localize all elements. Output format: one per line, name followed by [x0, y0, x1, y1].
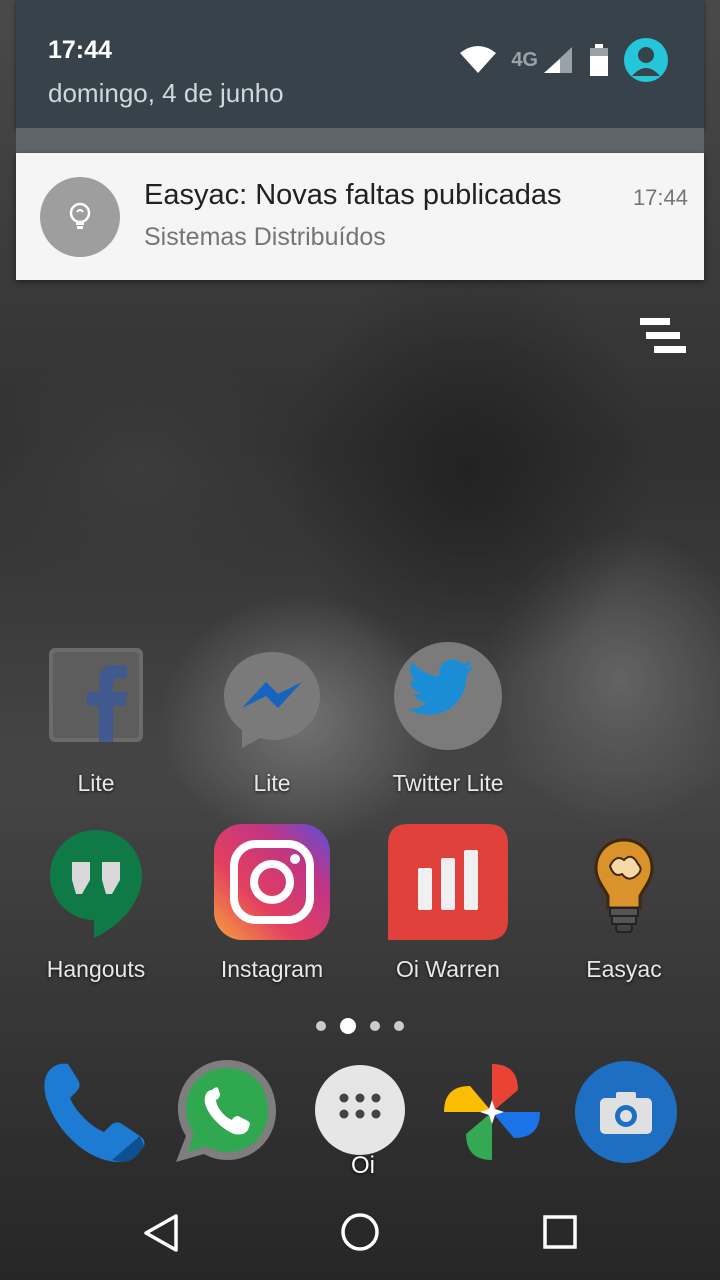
status-shade[interactable]: 17:44 domingo, 4 de junho 4G	[16, 0, 704, 128]
page-dot	[394, 1021, 404, 1031]
page-dot	[370, 1021, 380, 1031]
home-icon[interactable]	[338, 1210, 382, 1254]
notification-time: 17:44	[632, 185, 688, 210]
app-oi-warren[interactable]: Oi Warren	[368, 824, 528, 988]
page-indicator	[0, 1018, 720, 1034]
google-photos-icon[interactable]	[440, 1060, 544, 1164]
back-icon[interactable]	[140, 1212, 182, 1254]
status-icons: 4G	[459, 38, 668, 82]
recents-icon[interactable]	[540, 1212, 580, 1252]
oi-warren-icon	[388, 824, 508, 940]
app-twitter-lite[interactable]: Twitter Lite	[368, 640, 528, 808]
whatsapp-icon[interactable]	[172, 1056, 282, 1166]
notification-title: Easyac: Novas faltas publicadas	[144, 179, 562, 211]
hangouts-icon	[50, 830, 142, 938]
app-easyac[interactable]: Easyac	[544, 836, 704, 988]
app-drawer-icon[interactable]	[314, 1064, 406, 1156]
status-time: 17:44	[48, 36, 112, 64]
status-date[interactable]: domingo, 4 de junho	[48, 78, 284, 109]
twitter-lite-icon	[394, 642, 502, 750]
user-avatar-icon[interactable]	[624, 38, 668, 82]
network-type-label: 4G	[511, 48, 538, 71]
page-dot-active	[340, 1018, 356, 1034]
signal-icon	[544, 47, 572, 73]
page-dot	[316, 1021, 326, 1031]
easyac-icon	[594, 838, 654, 933]
facebook-lite-icon	[49, 648, 143, 742]
notification-card[interactable]: Easyac: Novas faltas publicadas 17:44 Si…	[16, 153, 704, 280]
app-label: Oi Warren	[396, 956, 500, 982]
google-search-bar-peek	[16, 128, 704, 154]
app-facebook-lite[interactable]: Lite	[16, 648, 176, 808]
app-label: Lite	[253, 770, 291, 796]
wifi-icon	[460, 46, 497, 73]
app-label: Lite	[77, 770, 115, 796]
app-label: Easyac	[586, 956, 662, 982]
app-label: Twitter Lite	[392, 770, 504, 796]
messenger-lite-icon	[224, 652, 320, 748]
camera-icon[interactable]	[574, 1060, 678, 1164]
battery-icon	[590, 44, 608, 76]
lightbulb-icon	[40, 177, 120, 257]
app-messenger-lite[interactable]: Lite	[192, 648, 352, 808]
phone-icon[interactable]	[40, 1058, 150, 1168]
navigation-bar	[0, 1184, 720, 1280]
instagram-icon	[214, 824, 330, 940]
menu-lines-icon[interactable]	[636, 318, 688, 356]
app-hangouts[interactable]: Hangouts	[16, 828, 176, 988]
app-drawer-label: Oi	[351, 1152, 375, 1179]
app-label: Hangouts	[46, 956, 146, 982]
notification-text: Sistemas Distribuídos	[144, 223, 386, 251]
app-label: Instagram	[220, 956, 324, 982]
app-instagram[interactable]: Instagram	[192, 824, 352, 988]
